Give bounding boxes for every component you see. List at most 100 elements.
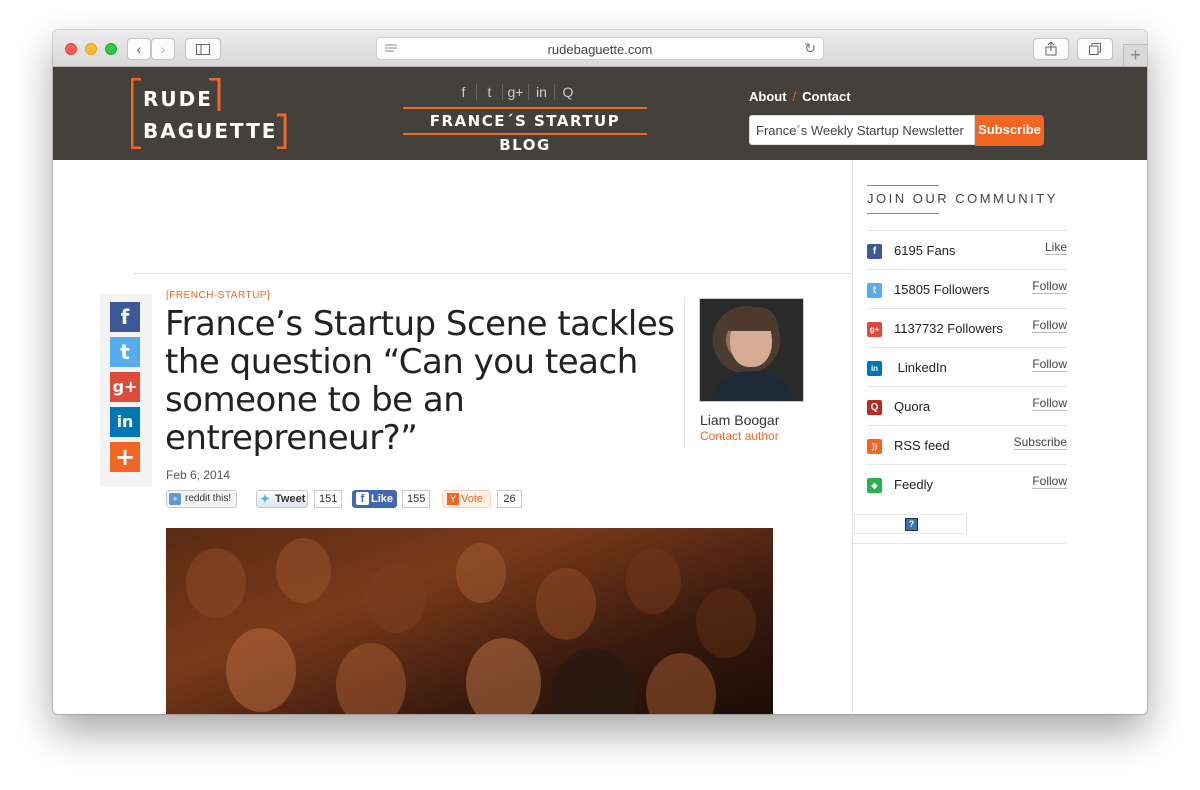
feedly-follow-link[interactable]: Follow bbox=[1032, 474, 1067, 489]
sidebar-toggle-button[interactable] bbox=[185, 38, 221, 60]
google-plus-icon: g+ bbox=[867, 322, 882, 337]
crowd-image-detail bbox=[646, 653, 716, 714]
community-item-quora[interactable]: Q Quora Follow bbox=[867, 386, 1067, 425]
tumblr-icon[interactable]: t bbox=[477, 84, 503, 100]
crowd-image-detail bbox=[551, 648, 636, 714]
nav-separator: / bbox=[792, 89, 797, 104]
twitter-follow-link[interactable]: Follow bbox=[1032, 279, 1067, 294]
author-divider bbox=[684, 298, 685, 448]
tweet-button[interactable]: ✦ Tweet bbox=[256, 490, 308, 508]
google-plus-icon[interactable]: g+ bbox=[503, 84, 529, 100]
quora-icon[interactable]: Q bbox=[555, 84, 581, 100]
vote-button[interactable]: Y Vote bbox=[442, 490, 491, 508]
share-google-plus-icon[interactable]: g+ bbox=[110, 372, 140, 402]
title-rule-bottom bbox=[867, 213, 939, 214]
author-avatar[interactable] bbox=[699, 298, 804, 402]
address-bar[interactable]: rudebaguette.com ↻ bbox=[376, 37, 824, 60]
share-twitter-icon[interactable]: t bbox=[110, 337, 140, 367]
facebook-fans: 6195 Fans bbox=[894, 243, 956, 258]
sidebar-divider bbox=[853, 543, 1066, 544]
share-linkedin-icon[interactable]: in bbox=[110, 407, 140, 437]
share-more-icon[interactable]: + bbox=[110, 442, 140, 472]
contact-link[interactable]: Contact bbox=[802, 89, 850, 104]
crowd-image-detail bbox=[186, 548, 246, 618]
new-tab-button[interactable]: + bbox=[1123, 44, 1147, 66]
community-item-google-plus[interactable]: g+ 1137732 Followers Follow bbox=[867, 308, 1067, 347]
tabs-icon bbox=[1089, 43, 1101, 55]
like-count: 155 bbox=[402, 490, 431, 508]
community-sidebar: JOIN OUR COMMUNITY f 6195 Fans Like t 15… bbox=[852, 160, 1147, 714]
quora-icon: Q bbox=[867, 400, 882, 415]
community-item-feedly[interactable]: ◆ Feedly Follow bbox=[867, 464, 1067, 503]
like-button[interactable]: f Like bbox=[352, 490, 397, 508]
help-icon[interactable]: ? bbox=[905, 518, 918, 531]
browser-toolbar: ‹ › rudebaguette.com ↻ + bbox=[53, 30, 1147, 67]
url-text[interactable]: rudebaguette.com bbox=[377, 42, 823, 57]
reload-icon[interactable]: ↻ bbox=[804, 40, 816, 57]
subscribe-button[interactable]: Subscribe bbox=[975, 115, 1044, 146]
tweet-count: 151 bbox=[314, 490, 343, 508]
header-social-icons: f t g+ in Q bbox=[451, 84, 581, 100]
facebook-icon: f bbox=[356, 492, 369, 505]
community-item-facebook[interactable]: f 6195 Fans Like bbox=[867, 230, 1067, 269]
feedly-label: Feedly bbox=[894, 477, 934, 492]
crowd-image-detail bbox=[466, 638, 541, 714]
minimize-window-button[interactable] bbox=[85, 43, 97, 55]
rss-subscribe-link[interactable]: Subscribe bbox=[1013, 435, 1067, 450]
facebook-like-link[interactable]: Like bbox=[1044, 240, 1067, 255]
logo-line2: BAGUETTE bbox=[143, 119, 278, 143]
floating-share-bar: f t g+ in + bbox=[100, 294, 152, 487]
linkedin-icon: in bbox=[867, 361, 882, 376]
facebook-icon[interactable]: f bbox=[451, 84, 477, 100]
about-link[interactable]: About bbox=[749, 89, 787, 104]
twitter-icon: t bbox=[867, 283, 882, 298]
browser-window: ‹ › rudebaguette.com ↻ + RUDE BAGUETTE f… bbox=[53, 30, 1147, 714]
contact-author-link[interactable]: Contact author bbox=[700, 429, 779, 443]
chevron-left-icon: ‹ bbox=[136, 41, 142, 57]
google-plus-followers: 1137732 Followers bbox=[894, 321, 1003, 336]
crowd-image-detail bbox=[226, 628, 296, 712]
share-button[interactable] bbox=[1033, 38, 1069, 60]
quora-follow-link[interactable]: Follow bbox=[1032, 396, 1067, 411]
logo-line1: RUDE bbox=[143, 87, 213, 111]
forward-button[interactable]: › bbox=[151, 38, 175, 60]
facebook-icon: f bbox=[867, 244, 882, 259]
crowd-image-detail bbox=[276, 538, 331, 603]
reddit-icon: + bbox=[169, 493, 181, 505]
vote-label: Vote bbox=[461, 493, 484, 505]
site-logo[interactable]: RUDE BAGUETTE bbox=[131, 78, 287, 149]
reddit-button[interactable]: + reddit this! bbox=[166, 490, 237, 508]
feedly-icon: ◆ bbox=[867, 478, 882, 493]
article-date: Feb 6, 2014 bbox=[166, 468, 231, 482]
avatar-hair bbox=[726, 307, 778, 331]
reddit-label: reddit this! bbox=[185, 493, 232, 504]
plus-icon: + bbox=[1130, 45, 1141, 65]
newsletter-input[interactable]: France´s Weekly Startup Newsletter bbox=[749, 115, 975, 145]
back-button[interactable]: ‹ bbox=[127, 38, 151, 60]
chevron-right-icon: › bbox=[160, 41, 166, 57]
quora-label: Quora bbox=[894, 399, 931, 414]
vote-count: 26 bbox=[497, 490, 522, 508]
crowd-image-detail bbox=[336, 643, 406, 714]
article-category[interactable]: [FRENCH-STARTUP] bbox=[166, 290, 270, 301]
linkedin-icon[interactable]: in bbox=[529, 84, 555, 100]
linkedin-follow-link[interactable]: Follow bbox=[1032, 357, 1067, 372]
community-item-linkedin[interactable]: in LinkedIn Follow bbox=[867, 347, 1067, 386]
twitter-followers: 15805 Followers bbox=[894, 282, 990, 297]
community-item-twitter[interactable]: t 15805 Followers Follow bbox=[867, 269, 1067, 308]
sidebar-icon bbox=[196, 44, 210, 55]
zoom-window-button[interactable] bbox=[105, 43, 117, 55]
linkedin-label: LinkedIn bbox=[894, 360, 947, 375]
community-item-rss[interactable]: )) RSS feed Subscribe bbox=[867, 425, 1067, 464]
like-label: Like bbox=[371, 493, 394, 505]
tabs-overview-button[interactable] bbox=[1077, 38, 1113, 60]
crowd-image-detail bbox=[366, 563, 426, 633]
google-plus-follow-link[interactable]: Follow bbox=[1032, 318, 1067, 333]
author-name[interactable]: Liam Boogar bbox=[700, 412, 779, 428]
crowd-image-detail bbox=[626, 548, 681, 614]
article-hero-image bbox=[166, 528, 773, 714]
crowd-image-detail bbox=[456, 543, 506, 603]
avatar-body bbox=[710, 371, 795, 401]
close-window-button[interactable] bbox=[65, 43, 77, 55]
share-facebook-icon[interactable]: f bbox=[110, 302, 140, 332]
